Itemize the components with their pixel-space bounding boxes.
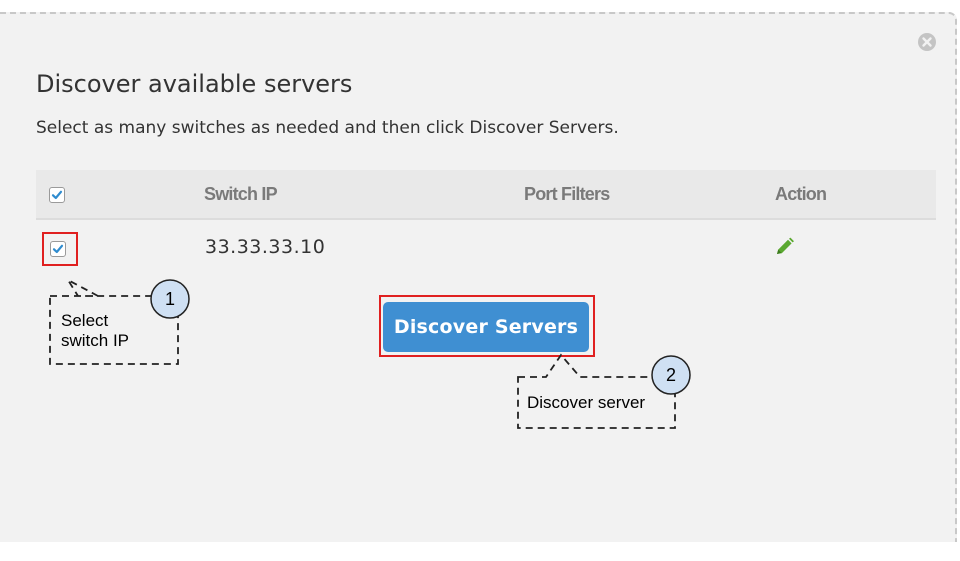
callout-1-text: Select switch IP	[61, 311, 129, 351]
callout-1-line-1: Select	[61, 311, 109, 330]
callout-2-number: 2	[665, 365, 676, 385]
callout-1-line-2: switch IP	[61, 331, 130, 350]
callout-annotations	[49, 277, 691, 429]
callout-2-text: Discover server	[527, 393, 646, 412]
callout-1-number: 1	[164, 289, 175, 309]
